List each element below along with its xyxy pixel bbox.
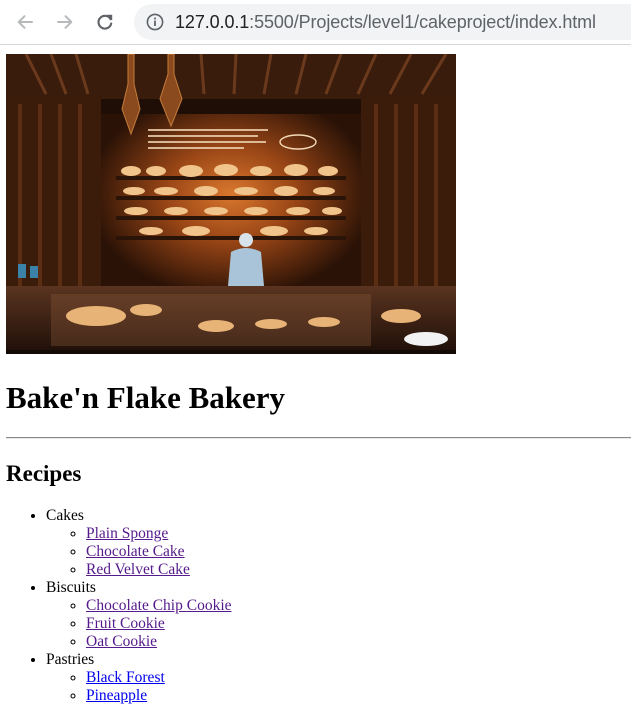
list-item: Pineapple — [86, 687, 232, 705]
reload-icon — [95, 12, 115, 32]
page-title: Bake'n Flake Bakery — [6, 380, 286, 415]
list-item: Red Velvet Cake — [86, 561, 232, 579]
list-item: Chocolate Chip Cookie — [86, 597, 232, 615]
recipe-link-red-velvet-cake[interactable]: Red Velvet Cake — [86, 561, 190, 578]
back-arrow-icon — [15, 12, 35, 32]
category-label: Pastries — [46, 651, 95, 668]
reload-button[interactable] — [89, 6, 121, 38]
category-label: Cakes — [46, 507, 84, 524]
biscuits-sublist: Chocolate Chip Cookie Fruit Cookie Oat C… — [46, 597, 232, 651]
back-button[interactable] — [9, 6, 41, 38]
horizontal-rule — [6, 437, 631, 439]
recipe-link-black-forest[interactable]: Black Forest — [86, 669, 165, 686]
page-content: Bake'n Flake Bakery Recipes Cakes Plain … — [6, 54, 631, 704]
url-host: 127.0.0.1 — [175, 11, 250, 32]
url-path: :5500/Projects/level1/cakeproject/index.… — [249, 11, 596, 32]
recipe-link-fruit-cookie[interactable]: Fruit Cookie — [86, 615, 165, 632]
recipe-link-plain-sponge[interactable]: Plain Sponge — [86, 525, 168, 542]
list-item: Plain Sponge — [86, 525, 232, 543]
recipe-link-chocolate-cake[interactable]: Chocolate Cake — [86, 543, 185, 560]
info-icon[interactable] — [145, 12, 165, 32]
url-text[interactable]: 127.0.0.1:5500/Projects/level1/cakeproje… — [175, 12, 596, 33]
address-bar[interactable]: 127.0.0.1:5500/Projects/level1/cakeproje… — [134, 4, 631, 40]
list-item: Black Forest — [86, 669, 232, 687]
forward-arrow-icon — [55, 12, 75, 32]
browser-toolbar: 127.0.0.1:5500/Projects/level1/cakeproje… — [0, 0, 631, 45]
list-item: Chocolate Cake — [86, 543, 232, 561]
category-label: Biscuits — [46, 579, 96, 596]
category-cakes: Cakes Plain Sponge Chocolate Cake Red Ve… — [46, 507, 232, 579]
pastries-sublist: Black Forest Pineapple — [46, 669, 232, 705]
forward-button[interactable] — [49, 6, 81, 38]
list-item: Fruit Cookie — [86, 615, 232, 633]
category-pastries: Pastries Black Forest Pineapple — [46, 651, 232, 705]
recipe-list: Cakes Plain Sponge Chocolate Cake Red Ve… — [6, 507, 232, 705]
list-item: Oat Cookie — [86, 633, 232, 651]
recipe-link-oat-cookie[interactable]: Oat Cookie — [86, 633, 157, 650]
recipe-link-pineapple[interactable]: Pineapple — [86, 687, 147, 704]
recipe-link-chocolate-chip-cookie[interactable]: Chocolate Chip Cookie — [86, 597, 232, 614]
hero-bakery-image — [6, 54, 456, 354]
category-biscuits: Biscuits Chocolate Chip Cookie Fruit Coo… — [46, 579, 232, 651]
cakes-sublist: Plain Sponge Chocolate Cake Red Velvet C… — [46, 525, 232, 579]
section-title: Recipes — [6, 461, 82, 486]
